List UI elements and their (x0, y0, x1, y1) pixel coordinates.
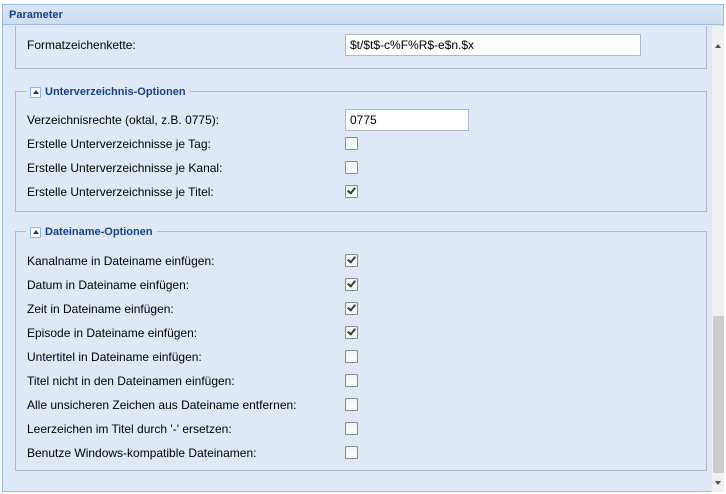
filename-option-row: Alle unsicheren Zeichen aus Dateiname en… (27, 394, 697, 416)
subdir-option-checkbox[interactable] (345, 161, 358, 174)
format-row: Formatzeichenkette: (27, 34, 697, 56)
scroll-up-arrow-icon[interactable] (712, 40, 725, 53)
filename-option-checkbox[interactable] (345, 350, 358, 363)
collapse-arrow-icon[interactable] (30, 86, 41, 98)
subdir-option-label: Erstelle Unterverzeichnisse je Tag: (27, 137, 211, 151)
subdir-option-checkbox[interactable] (345, 137, 358, 150)
subdir-option-label: Erstelle Unterverzeichnisse je Titel: (27, 185, 214, 199)
filename-option-checkbox[interactable] (345, 446, 358, 459)
format-input[interactable] (345, 34, 641, 56)
subdir-title: Unterverzeichnis-Optionen (45, 86, 186, 98)
panel-title: Parameter (9, 9, 63, 21)
filename-title: Dateiname-Optionen (45, 226, 153, 238)
filename-fieldset: Dateiname-Optionen Kanalname in Dateinam… (15, 224, 707, 471)
filename-option-checkbox[interactable] (345, 326, 358, 339)
filename-option-checkbox[interactable] (345, 254, 358, 267)
checkmark-icon (347, 185, 356, 195)
subdir-legend: Unterverzeichnis-Optionen (26, 84, 190, 100)
collapse-arrow-icon[interactable] (30, 226, 41, 238)
filename-option-label: Leerzeichen im Titel durch '-' ersetzen: (27, 422, 232, 436)
filename-option-checkbox[interactable] (345, 374, 358, 387)
filename-option-row: Benutze Windows-kompatible Dateinamen: (27, 442, 697, 464)
subdir-option-checkbox[interactable] (345, 185, 358, 198)
subdir-option-label: Erstelle Unterverzeichnisse je Kanal: (27, 161, 223, 175)
filename-option-row: Kanalname in Dateiname einfügen: (27, 250, 697, 272)
checkmark-icon (347, 254, 356, 264)
filename-option-row: Zeit in Dateiname einfügen: (27, 298, 697, 320)
filename-option-row: Leerzeichen im Titel durch '-' ersetzen: (27, 418, 697, 440)
filename-option-checkbox[interactable] (345, 278, 358, 291)
subdir-option-row: Erstelle Unterverzeichnisse je Titel: (27, 181, 697, 203)
rights-label: Verzeichnisrechte (oktal, z.B. 0775): (27, 113, 220, 127)
filename-option-row: Episode in Dateiname einfügen: (27, 322, 697, 344)
subdir-fieldset: Unterverzeichnis-Optionen Verzeichnisrec… (15, 84, 707, 212)
subdir-option-row: Erstelle Unterverzeichnisse je Kanal: (27, 157, 697, 179)
filename-option-label: Datum in Dateiname einfügen: (27, 278, 190, 292)
checkmark-icon (347, 326, 356, 336)
scrollbar-thumb[interactable] (713, 316, 724, 473)
rights-input[interactable] (345, 109, 469, 131)
filename-option-label: Zeit in Dateiname einfügen: (27, 302, 174, 316)
vertical-scrollbar[interactable] (711, 26, 724, 492)
filename-option-checkbox[interactable] (345, 398, 358, 411)
scroll-down-arrow-icon[interactable] (712, 477, 725, 490)
parameter-panel: Parameter Formatzeichenkette: Unterverze… (2, 4, 724, 492)
filename-option-row: Untertitel in Dateiname einfügen: (27, 346, 697, 368)
format-label: Formatzeichenkette: (27, 38, 136, 52)
filename-option-checkbox[interactable] (345, 422, 358, 435)
rights-row: Verzeichnisrechte (oktal, z.B. 0775): (27, 109, 697, 131)
filename-option-label: Alle unsicheren Zeichen aus Dateiname en… (27, 398, 297, 412)
checkmark-icon (347, 278, 356, 288)
filename-option-row: Datum in Dateiname einfügen: (27, 274, 697, 296)
filename-option-label: Benutze Windows-kompatible Dateinamen: (27, 446, 257, 460)
filename-option-label: Untertitel in Dateiname einfügen: (27, 350, 202, 364)
filename-option-label: Episode in Dateiname einfügen: (27, 326, 198, 340)
panel-header: Parameter (3, 5, 723, 25)
filename-option-label: Titel nicht in den Dateinamen einfügen: (27, 374, 235, 388)
format-fieldset: Formatzeichenkette: (15, 26, 707, 69)
filename-legend: Dateiname-Optionen (26, 224, 157, 240)
panel-body: Formatzeichenkette: Unterverzeichnis-Opt… (3, 26, 711, 492)
subdir-option-row: Erstelle Unterverzeichnisse je Tag: (27, 133, 697, 155)
filename-option-checkbox[interactable] (345, 302, 358, 315)
checkmark-icon (347, 302, 356, 312)
filename-option-label: Kanalname in Dateiname einfügen: (27, 254, 215, 268)
filename-option-row: Titel nicht in den Dateinamen einfügen: (27, 370, 697, 392)
